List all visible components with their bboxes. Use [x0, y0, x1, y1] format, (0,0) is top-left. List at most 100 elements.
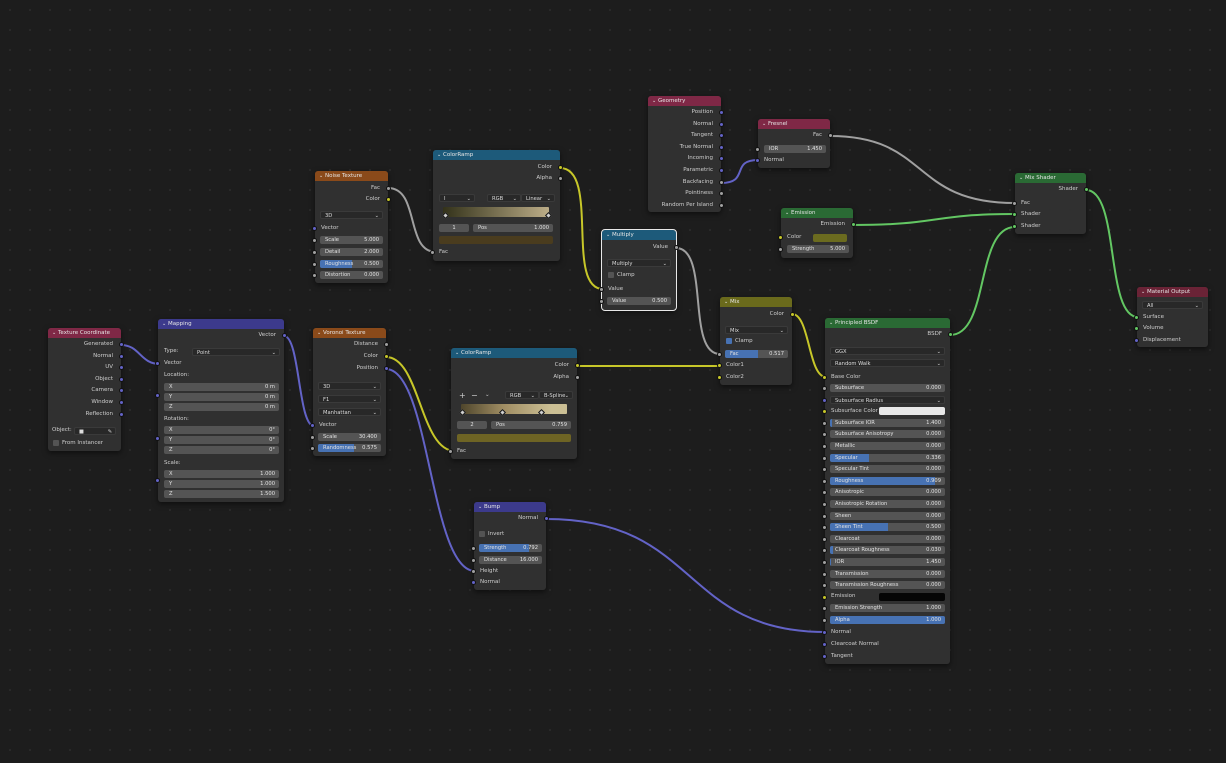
- blend-mode-dropdown[interactable]: Mix ⌄: [725, 326, 788, 334]
- input-socket[interactable]: [822, 548, 827, 554]
- output-socket[interactable]: [719, 191, 724, 196]
- node-header[interactable]: ⌄ Voronoi Texture: [313, 328, 386, 338]
- input-location-socket[interactable]: [155, 393, 160, 398]
- from-instancer-checkbox[interactable]: From Instancer: [53, 439, 103, 448]
- input-fac-socket[interactable]: [448, 449, 453, 454]
- bsdf-param-field[interactable]: Clearcoat 0.000: [830, 534, 945, 543]
- output-fac-socket[interactable]: [386, 186, 391, 191]
- input-scale-socket[interactable]: [155, 478, 160, 483]
- bsdf-param-field[interactable]: Emission Strength 1.000: [830, 604, 945, 613]
- input-socket[interactable]: [822, 444, 827, 449]
- bsdf-param-field[interactable]: Anisotropic Rotation 0.000: [830, 500, 945, 508]
- color-mode-dropdown[interactable]: RGB ⌄: [487, 194, 521, 202]
- input-strength-socket[interactable]: [471, 546, 476, 551]
- color-mode-dropdown[interactable]: RGB ⌄: [505, 391, 539, 399]
- input-color1-socket[interactable]: [717, 363, 722, 368]
- interpolation-dropdown[interactable]: B-Spline ⌄: [539, 391, 573, 399]
- bsdf-param-field[interactable]: Anisotropic 0.000: [830, 488, 945, 497]
- bsdf-param-field[interactable]: Sheen Tint 0.500: [830, 523, 945, 532]
- input-fac-socket[interactable]: [1012, 201, 1017, 206]
- input-socket[interactable]: [822, 513, 827, 519]
- strength-field[interactable]: Strength 0.792: [479, 544, 542, 552]
- output-socket[interactable]: [719, 203, 724, 208]
- output-socket[interactable]: [119, 365, 124, 370]
- input-normal-socket[interactable]: [471, 580, 476, 585]
- bsdf-param-field[interactable]: Specular Tint 0.000: [830, 465, 945, 474]
- input-socket[interactable]: [822, 594, 827, 600]
- output-color-socket[interactable]: [386, 197, 391, 202]
- input-socket[interactable]: [822, 490, 827, 496]
- node-noise-texture[interactable]: ⌄ Noise Texture Fac Color 3D ⌄ Vector Scal…: [312, 171, 391, 283]
- input-value-socket[interactable]: [599, 287, 604, 292]
- input-ior-socket[interactable]: [755, 147, 760, 152]
- output-fac-socket[interactable]: [828, 133, 833, 138]
- rotation-z-field[interactable]: Z 0°: [164, 446, 279, 454]
- emission-color-swatch[interactable]: [879, 592, 945, 601]
- output-alpha-socket[interactable]: [558, 176, 563, 181]
- rotation-y-field[interactable]: Y 0°: [164, 436, 279, 444]
- output-socket[interactable]: [119, 377, 124, 382]
- input-shader-socket[interactable]: [1012, 224, 1017, 229]
- node-header[interactable]: ⌄ ColorRamp: [451, 348, 577, 358]
- location-z-field[interactable]: Z0 m: [164, 403, 279, 411]
- output-socket[interactable]: [119, 354, 124, 359]
- output-socket[interactable]: [119, 342, 124, 347]
- bsdf-param-field[interactable]: Metallic 0.000: [830, 442, 945, 450]
- rotation-x-field[interactable]: X 0°: [164, 426, 279, 434]
- output-socket[interactable]: [719, 156, 724, 161]
- output-socket[interactable]: [119, 400, 124, 405]
- node-header[interactable]: ⌄ Mapping: [158, 319, 284, 329]
- node-header[interactable]: ⌄ Bump: [474, 502, 546, 512]
- input-vector-socket[interactable]: [312, 226, 317, 231]
- scale-field[interactable]: Scale 30.400: [318, 433, 381, 441]
- input-socket[interactable]: [822, 467, 827, 473]
- input-normal-socket[interactable]: [822, 630, 827, 635]
- stop-pos-field[interactable]: Pos 1.000: [473, 224, 553, 232]
- scale-y-field[interactable]: Y 1.000: [164, 480, 279, 488]
- node-header[interactable]: ⌄ Fresnel: [758, 119, 830, 129]
- output-socket[interactable]: [719, 122, 724, 127]
- output-distance-socket[interactable]: [384, 342, 389, 347]
- checkbox-icon[interactable]: [53, 439, 59, 446]
- node-header[interactable]: ⌄ Multiply: [602, 230, 676, 240]
- location-x-field[interactable]: X0 m: [164, 383, 279, 391]
- input-rotation-socket[interactable]: [155, 436, 160, 441]
- bsdf-param-field[interactable]: Roughness 0.909: [830, 476, 945, 485]
- output-value-socket[interactable]: [674, 245, 679, 250]
- input-socket[interactable]: [822, 397, 827, 403]
- output-color-socket[interactable]: [575, 363, 580, 368]
- node-mix-shader[interactable]: ⌄ Mix Shader Shader Fac Shader Shader: [1012, 173, 1089, 234]
- operation-dropdown[interactable]: Multiply ⌄: [607, 259, 671, 267]
- scale-x-field[interactable]: X 1.000: [164, 470, 279, 478]
- input-normal-socket[interactable]: [755, 158, 760, 163]
- output-socket[interactable]: [719, 168, 724, 173]
- bsdf-param-field[interactable]: Sheen 0.000: [830, 511, 945, 520]
- node-texture-coordinate[interactable]: ⌄ Texture Coordinate Generated Normal UV …: [48, 328, 124, 451]
- stop-pos-field[interactable]: Pos 0.759: [491, 421, 571, 429]
- output-socket[interactable]: [719, 110, 724, 115]
- stop-index-field[interactable]: 1: [439, 224, 469, 232]
- target-dropdown[interactable]: All ⌄: [1142, 301, 1203, 309]
- node-fresnel[interactable]: ⌄ Fresnel Fac IOR 1.450 Normal: [755, 119, 833, 168]
- ramp-menu-dropdown[interactable]: I ⌄: [439, 194, 475, 202]
- input-socket[interactable]: [822, 536, 827, 542]
- interpolation-dropdown[interactable]: Linear ⌄: [521, 194, 555, 202]
- color-ramp-gradient[interactable]: [461, 404, 567, 414]
- object-picker[interactable]: ■ ✎: [74, 427, 116, 435]
- input-roughness-socket[interactable]: [312, 262, 317, 267]
- color-ramp-gradient[interactable]: [443, 207, 549, 217]
- output-vector-socket[interactable]: [282, 333, 287, 338]
- node-header[interactable]: ⌄ Principled BSDF: [825, 318, 950, 328]
- input-randomness-socket[interactable]: [310, 446, 315, 451]
- input-base-color-socket[interactable]: [822, 375, 827, 380]
- input-socket[interactable]: [822, 583, 827, 589]
- dimensions-dropdown[interactable]: 3D ⌄: [320, 211, 383, 219]
- output-socket[interactable]: [719, 180, 724, 185]
- node-mix[interactable]: ⌄ Mix Color Mix ⌄ Clamp Fac 0.517 Color1 Co…: [717, 297, 795, 385]
- input-height-socket[interactable]: [471, 569, 476, 574]
- strength-field[interactable]: Strength 5.000: [787, 245, 849, 253]
- checkbox-icon[interactable]: [608, 271, 614, 278]
- remove-stop-button[interactable]: −: [471, 391, 478, 400]
- input-tangent-socket[interactable]: [822, 654, 827, 659]
- bsdf-param-field[interactable]: Transmission Roughness 0.000: [830, 581, 945, 590]
